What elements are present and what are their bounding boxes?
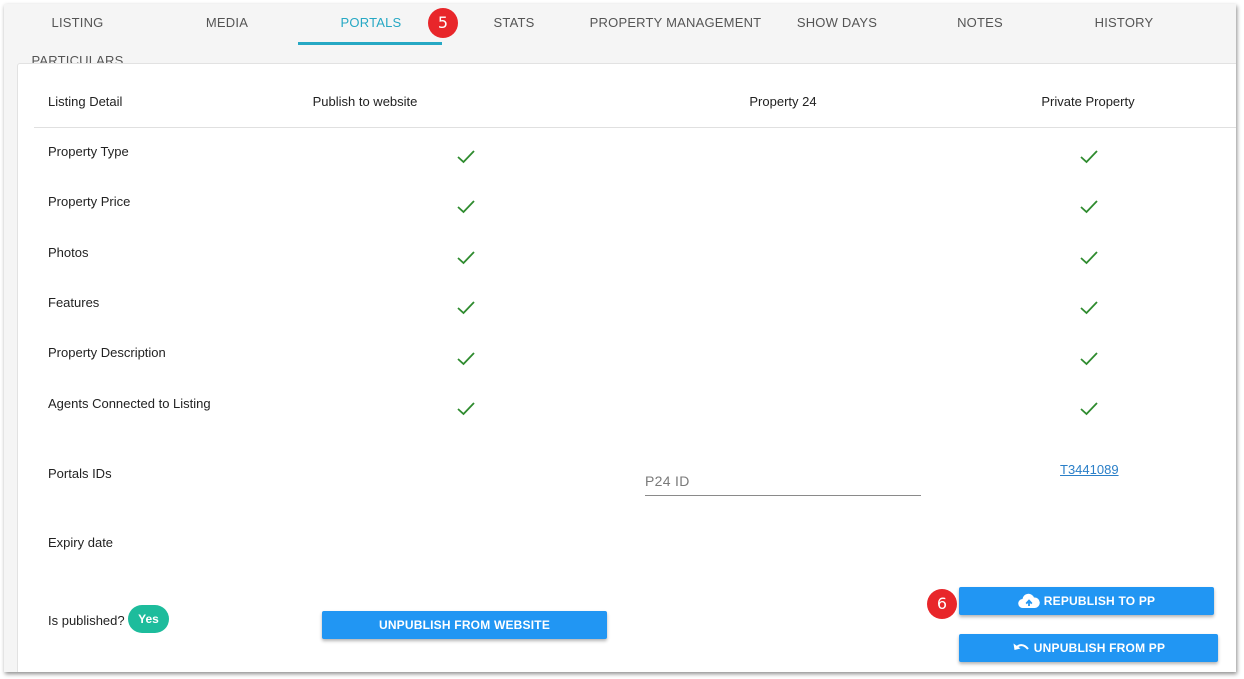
listing-panel: LISTING PARTICULARS MEDIA PORTALS STATS … bbox=[4, 4, 1236, 672]
portals-card: Listing Detail Publish to website Proper… bbox=[17, 63, 1236, 672]
check-icon bbox=[457, 352, 475, 366]
check-icon bbox=[1080, 150, 1098, 164]
tab-stats[interactable]: STATS bbox=[474, 4, 554, 44]
check-icon bbox=[457, 251, 475, 265]
check-icon bbox=[1080, 402, 1098, 416]
step-badge-6: 6 bbox=[927, 589, 957, 619]
step-badge-5: 5 bbox=[428, 8, 458, 38]
tab-show-days[interactable]: SHOW DAYS bbox=[782, 4, 892, 44]
row-label-features: Features bbox=[48, 295, 100, 310]
check-icon bbox=[1080, 352, 1098, 366]
unpublish-website-label: UNPUBLISH FROM WEBSITE bbox=[378, 618, 551, 632]
tab-bar: LISTING PARTICULARS MEDIA PORTALS STATS … bbox=[4, 4, 1236, 68]
check-icon bbox=[457, 150, 475, 164]
portals-ids-label: Portals IDs bbox=[48, 466, 112, 481]
cloud-upload-icon bbox=[1018, 593, 1040, 609]
tab-property-management[interactable]: PROPERTY MANAGEMENT bbox=[588, 4, 763, 44]
unpublish-pp-button[interactable]: UNPUBLISH FROM PP bbox=[959, 634, 1218, 662]
tab-portals[interactable]: PORTALS bbox=[324, 4, 418, 44]
header-divider bbox=[34, 127, 1236, 128]
check-icon bbox=[457, 301, 475, 315]
row-label-property-type: Property Type bbox=[48, 144, 129, 159]
pp-id-link[interactable]: T3441089 bbox=[1060, 462, 1119, 477]
check-icon bbox=[1080, 301, 1098, 315]
header-listing-detail: Listing Detail bbox=[48, 94, 123, 109]
expiry-date-label: Expiry date bbox=[48, 535, 114, 550]
header-private-property: Private Property bbox=[1041, 94, 1135, 109]
p24-id-input[interactable] bbox=[645, 473, 915, 489]
is-published-label: Is published? bbox=[48, 613, 125, 628]
republish-pp-label: REPUBLISH TO PP bbox=[1043, 594, 1156, 608]
tab-history[interactable]: HISTORY bbox=[1079, 4, 1169, 44]
check-icon bbox=[457, 402, 475, 416]
header-publish-website: Publish to website bbox=[312, 94, 418, 109]
row-label-photos: Photos bbox=[48, 245, 89, 260]
tab-notes[interactable]: NOTES bbox=[940, 4, 1020, 44]
header-property-24: Property 24 bbox=[749, 94, 817, 109]
check-icon bbox=[1080, 251, 1098, 265]
row-label-property-price: Property Price bbox=[48, 194, 131, 209]
unpublish-website-button[interactable]: UNPUBLISH FROM WEBSITE bbox=[322, 611, 607, 639]
tab-listing-particulars[interactable]: LISTING PARTICULARS bbox=[4, 4, 151, 68]
tab-media[interactable]: MEDIA bbox=[187, 4, 267, 44]
unpublish-pp-label: UNPUBLISH FROM PP bbox=[1033, 641, 1166, 655]
check-icon bbox=[1080, 200, 1098, 214]
check-icon bbox=[457, 200, 475, 214]
undo-icon bbox=[1013, 643, 1029, 650]
published-status-badge: Yes bbox=[128, 605, 169, 633]
row-label-property-description: Property Description bbox=[48, 345, 166, 360]
row-label-agents-connected: Agents Connected to Listing bbox=[48, 396, 211, 411]
p24-id-field[interactable] bbox=[645, 469, 921, 496]
republish-pp-button[interactable]: REPUBLISH TO PP bbox=[959, 587, 1214, 615]
active-tab-indicator bbox=[298, 42, 442, 45]
